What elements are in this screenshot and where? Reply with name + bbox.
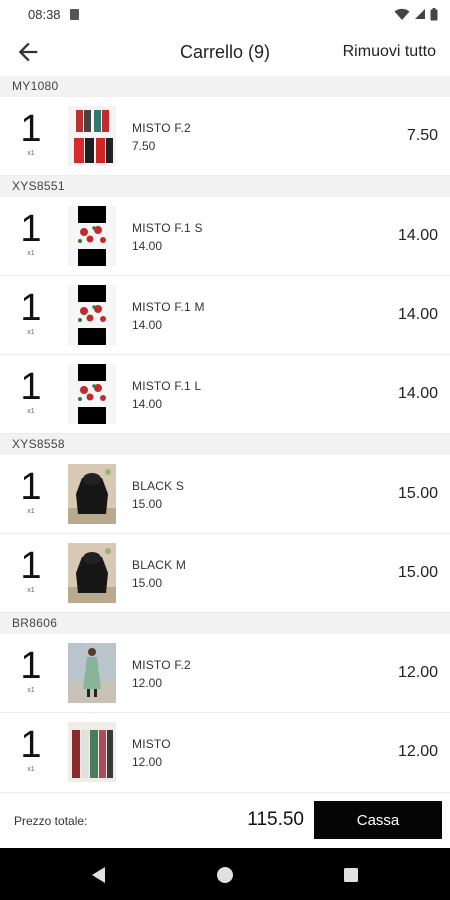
unit-price: 12.00 xyxy=(132,755,163,769)
cart-item-row[interactable]: 1 x1 BLACK S 15.00 15.00 xyxy=(0,455,450,534)
product-name: MISTO F.1 L xyxy=(132,379,202,393)
nav-back-button[interactable] xyxy=(90,866,108,889)
quantity-multiplier: x1 xyxy=(27,408,35,415)
quantity-display[interactable]: 1 x1 xyxy=(14,367,48,415)
quantity-value: 1 xyxy=(20,108,42,150)
product-name: BLACK M xyxy=(132,558,187,572)
group-header: BR8606 xyxy=(0,613,450,634)
unit-price: 14.00 xyxy=(132,239,163,253)
quantity-display[interactable]: 1 x1 xyxy=(14,725,48,773)
remove-all-button[interactable]: Rimuovi tutto xyxy=(343,43,436,61)
quantity-value: 1 xyxy=(20,645,42,687)
line-price: 15.00 xyxy=(397,485,438,502)
status-icons xyxy=(394,7,438,21)
product-thumbnail xyxy=(68,464,116,524)
line-price: 7.50 xyxy=(406,127,438,144)
quantity-multiplier: x1 xyxy=(27,250,35,257)
cart-list[interactable]: MY1080 1 x1 MISTO F.2 7.50 7.50 XYS8551 1 x1 MIST… xyxy=(0,76,450,792)
nav-back-icon xyxy=(92,867,105,883)
product-name: MISTO F.2 xyxy=(132,658,191,672)
quantity-value: 1 xyxy=(20,287,42,329)
unit-price: 15.00 xyxy=(132,497,163,511)
line-price: 12.00 xyxy=(397,743,438,760)
cart-item-row[interactable]: 1 x1 MISTO F.1 S 14.00 14.00 xyxy=(0,197,450,276)
quantity-multiplier: x1 xyxy=(27,508,35,515)
product-thumbnail xyxy=(68,543,116,603)
quantity-display[interactable]: 1 x1 xyxy=(14,209,48,257)
product-name: MISTO F.1 S xyxy=(132,221,203,235)
checkout-button[interactable]: Cassa xyxy=(314,801,442,839)
unit-price: 7.50 xyxy=(132,139,156,153)
cart-item-row[interactable]: 1 x1 MISTO F.2 12.00 12.00 xyxy=(0,634,450,713)
quantity-value: 1 xyxy=(20,466,42,508)
product-thumbnail xyxy=(68,206,116,266)
cart-item-row[interactable]: 1 x1 MISTO F.2 7.50 7.50 xyxy=(0,97,450,176)
quantity-display[interactable]: 1 x1 xyxy=(14,546,48,594)
group-header: XYS8551 xyxy=(0,176,450,197)
cart-item-row[interactable]: 1 x1 BLACK M 15.00 15.00 xyxy=(0,534,450,613)
product-thumbnail xyxy=(68,364,116,424)
unit-price: 12.00 xyxy=(132,676,163,690)
product-name: MISTO xyxy=(132,737,171,751)
quantity-multiplier: x1 xyxy=(27,587,35,594)
line-price: 15.00 xyxy=(397,564,438,581)
status-bar: 08:38 xyxy=(0,0,450,28)
product-thumbnail xyxy=(68,643,116,703)
quantity-display[interactable]: 1 x1 xyxy=(14,467,48,515)
quantity-value: 1 xyxy=(20,724,42,766)
nav-recents-button[interactable] xyxy=(342,866,360,889)
quantity-display[interactable]: 1 x1 xyxy=(14,288,48,336)
product-name: MISTO F.1 M xyxy=(132,300,205,314)
signal-icon xyxy=(415,9,425,19)
group-header: MY1080 xyxy=(0,76,450,97)
status-time: 08:38 xyxy=(28,6,61,22)
total-value: 115.50 xyxy=(247,809,304,830)
product-thumbnail xyxy=(68,722,116,782)
unit-price: 14.00 xyxy=(132,397,163,411)
line-price: 12.00 xyxy=(397,664,438,681)
nav-home-button[interactable] xyxy=(216,866,234,889)
quantity-multiplier: x1 xyxy=(27,766,35,773)
line-price: 14.00 xyxy=(397,385,438,402)
nav-recents-icon xyxy=(344,868,358,882)
battery-icon xyxy=(430,7,438,20)
unit-price: 15.00 xyxy=(132,576,163,590)
quantity-multiplier: x1 xyxy=(27,687,35,694)
quantity-value: 1 xyxy=(20,366,42,408)
cart-item-row[interactable]: 1 x1 MISTO F.1 M 14.00 14.00 xyxy=(0,276,450,355)
system-nav-bar xyxy=(0,848,450,900)
unit-price: 14.00 xyxy=(132,318,163,332)
back-button[interactable] xyxy=(14,38,42,66)
product-name: BLACK S xyxy=(132,479,185,493)
quantity-display[interactable]: 1 x1 xyxy=(14,109,48,157)
cart-item-row[interactable]: 1 x1 MISTO 12.00 12.00 xyxy=(0,713,450,792)
quantity-display[interactable]: 1 x1 xyxy=(14,646,48,694)
arrow-left-icon xyxy=(18,42,38,62)
total-label: Prezzo totale: xyxy=(14,814,88,828)
quantity-multiplier: x1 xyxy=(27,329,35,336)
quantity-value: 1 xyxy=(20,545,42,587)
nav-home-icon xyxy=(217,867,233,883)
checkout-footer: Prezzo totale: 115.50 Cassa xyxy=(0,792,450,848)
cart-item-row[interactable]: 1 x1 MISTO F.1 L 14.00 14.00 xyxy=(0,355,450,434)
app-bar: Carrello (9) Rimuovi tutto xyxy=(0,28,450,76)
line-price: 14.00 xyxy=(397,306,438,323)
wifi-icon xyxy=(394,8,410,20)
product-thumbnail xyxy=(68,106,116,166)
sd-card-icon xyxy=(69,8,79,20)
product-thumbnail xyxy=(68,285,116,345)
product-name: MISTO F.2 xyxy=(132,121,191,135)
group-header: XYS8558 xyxy=(0,434,450,455)
line-price: 14.00 xyxy=(397,227,438,244)
quantity-multiplier: x1 xyxy=(27,150,35,157)
quantity-value: 1 xyxy=(20,208,42,250)
